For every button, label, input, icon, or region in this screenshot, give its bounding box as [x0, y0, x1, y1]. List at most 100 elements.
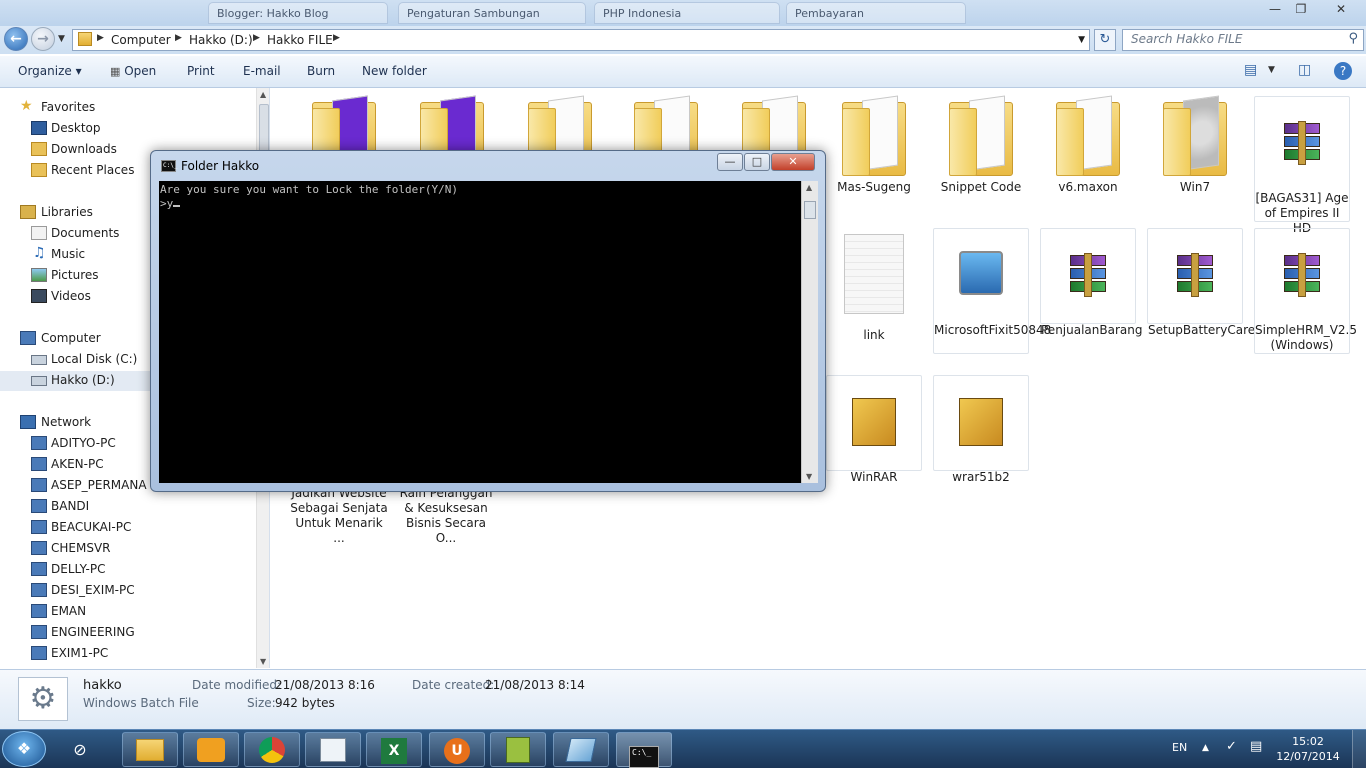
date-modified-value: 21/08/2013 8:16 — [275, 678, 375, 692]
folder-item-snippet-code[interactable]: Snippet Code — [933, 95, 1029, 195]
nav-network-pc[interactable]: BEACUKAI-PC — [0, 518, 256, 538]
file-item-partial-2[interactable]: Raih Pelanggan & Kesuksesan Bisnis Secar… — [398, 486, 494, 546]
winrar-archive-icon — [1066, 253, 1110, 297]
background-tab-2[interactable]: Pengaturan Sambungan — [398, 2, 586, 24]
nav-network-pc-label: ENGINEERING — [51, 625, 135, 639]
nav-network-pc[interactable]: BANDI — [0, 497, 256, 517]
search-icon[interactable]: ⚲ — [1348, 31, 1358, 46]
new-folder-button[interactable]: New folder — [362, 64, 427, 78]
editor-taskbar-button[interactable] — [490, 732, 546, 767]
chrome-taskbar-button[interactable] — [244, 732, 300, 767]
file-item-link[interactable]: link — [826, 234, 922, 343]
background-tab-3[interactable]: PHP Indonesia — [594, 2, 780, 24]
pictures-icon — [31, 268, 47, 282]
console-scrollbar[interactable]: ▲ ▼ — [801, 181, 818, 483]
notepad-taskbar-button[interactable] — [305, 732, 361, 767]
cmd-close-button[interactable]: ✕ — [771, 153, 815, 171]
forward-button[interactable]: → — [31, 27, 55, 51]
breadcrumb-separator[interactable]: ▶ — [253, 33, 260, 43]
console-output[interactable]: Are you sure you want to Lock the folder… — [159, 181, 801, 483]
file-label: link — [863, 328, 885, 342]
file-item-winrar[interactable]: WinRAR — [826, 375, 922, 484]
breadcrumb-separator[interactable]: ▶ — [175, 33, 182, 43]
network-status-icon[interactable]: ▤ — [1250, 739, 1262, 754]
show-hidden-icons-icon[interactable]: ▲ — [1202, 743, 1209, 753]
language-indicator[interactable]: EN — [1172, 741, 1187, 754]
network-icon — [20, 415, 36, 429]
outlook-taskbar-button[interactable] — [183, 732, 239, 767]
tray-app-icon[interactable]: ✓ — [1226, 739, 1237, 754]
clock[interactable]: 15:02 12/07/2014 — [1270, 734, 1346, 764]
back-button[interactable]: ← — [4, 27, 28, 51]
nav-desktop[interactable]: Desktop — [0, 119, 256, 139]
file-label: Mas-Sugeng — [837, 180, 911, 194]
search-placeholder: Search Hakko FILE — [1131, 32, 1243, 46]
scroll-up-icon[interactable]: ▲ — [806, 183, 812, 192]
burn-button[interactable]: Burn — [307, 64, 335, 78]
nav-network-pc[interactable]: CHEMSVR — [0, 539, 256, 559]
cmd-window[interactable]: C:\_ Folder Hakko — □ ✕ Are you sure you… — [150, 150, 826, 492]
app-taskbar-button[interactable] — [553, 732, 609, 767]
file-item-microsoftfixit[interactable]: MicrosoftFixit50848 — [933, 228, 1051, 354]
nav-network-pc[interactable]: EMAN — [0, 602, 256, 622]
preview-pane-icon[interactable]: ◫ — [1298, 62, 1311, 78]
search-input[interactable]: Search Hakko FILE ⚲ — [1122, 29, 1364, 51]
file-item-bagas31[interactable]: [BAGAS31] Age of Empires II HD — [1254, 96, 1350, 235]
minimize-button[interactable]: — — [1262, 2, 1288, 18]
file-item-penjualanbarang[interactable]: PenjualanBarang — [1040, 228, 1142, 337]
nav-music-label: Music — [51, 247, 86, 261]
nav-network-pc[interactable]: EXIM1-PC — [0, 644, 256, 664]
address-dropdown-icon[interactable]: ▼ — [1078, 35, 1085, 45]
folder-item-v6-maxon[interactable]: v6.maxon — [1040, 95, 1136, 195]
network-computer-icon — [31, 625, 47, 639]
recent-pages-chevron-icon[interactable]: ▼ — [58, 34, 65, 44]
excel-taskbar-button[interactable]: X — [366, 732, 422, 767]
explorer-taskbar-button[interactable] — [122, 732, 178, 767]
file-item-simplehrm[interactable]: SimpleHRM_V2.5 (Windows) — [1254, 228, 1357, 354]
change-view-icon[interactable]: ▤ — [1244, 62, 1257, 78]
view-options-chevron-icon[interactable]: ▼ — [1268, 65, 1275, 75]
breadcrumb-folder[interactable]: Hakko FILE — [267, 33, 333, 47]
cmd-taskbar-button[interactable]: C:\_ — [616, 732, 672, 768]
maximize-button[interactable]: ❐ — [1288, 2, 1314, 18]
folder-item-win7[interactable]: Win7 — [1147, 95, 1243, 195]
breadcrumb-computer[interactable]: Computer — [111, 33, 171, 47]
folder-item-mas-sugeng[interactable]: Mas-Sugeng — [826, 95, 922, 195]
nav-network-pc-label: CHEMSVR — [51, 541, 111, 555]
open-button[interactable]: ▦ Open — [110, 64, 156, 78]
organize-button[interactable]: Organize ▾ — [18, 64, 82, 78]
cmd-minimize-button[interactable]: — — [717, 153, 743, 171]
console-scroll-thumb[interactable] — [804, 201, 816, 219]
file-item-setupbatterycare[interactable]: SetupBatteryCare — [1147, 228, 1255, 337]
sync-icon[interactable]: ⊘ — [54, 732, 106, 767]
breadcrumb-separator[interactable]: ▶ — [97, 33, 104, 43]
nav-favorites[interactable]: ★ Favorites — [0, 98, 256, 118]
refresh-button[interactable]: ↻ — [1094, 29, 1116, 51]
cmd-maximize-button[interactable]: □ — [744, 153, 770, 171]
scroll-up-icon[interactable]: ▲ — [260, 90, 266, 99]
nav-videos-label: Videos — [51, 289, 91, 303]
background-tab-4[interactable]: Pembayaran — [786, 2, 966, 24]
background-tab-1[interactable]: Blogger: Hakko Blog — [208, 2, 388, 24]
address-bar[interactable]: ▶ Computer ▶ Hakko (D:) ▶ Hakko FILE ▶ ▼ — [72, 29, 1090, 51]
ultrasurf-taskbar-button[interactable]: U — [429, 732, 485, 767]
email-button[interactable]: E-mail — [243, 64, 281, 78]
file-item-wrar51b2[interactable]: wrar51b2 — [933, 375, 1029, 484]
show-desktop-button[interactable] — [1352, 730, 1366, 768]
help-icon[interactable]: ? — [1334, 62, 1352, 80]
console-line: Are you sure you want to Lock the folder… — [160, 183, 459, 196]
start-button[interactable]: ❖ — [2, 731, 46, 767]
print-button[interactable]: Print — [187, 64, 215, 78]
file-item-partial-1[interactable]: Jadikan Website Sebagai Senjata Untuk Me… — [290, 486, 388, 546]
nav-network-pc[interactable]: DELLY-PC — [0, 560, 256, 580]
nav-network-pc[interactable]: DESI_EXIM-PC — [0, 581, 256, 601]
nav-network-pc[interactable]: ENGINEERING — [0, 623, 256, 643]
breadcrumb-separator[interactable]: ▶ — [333, 33, 340, 43]
scroll-down-icon[interactable]: ▼ — [806, 472, 812, 481]
scroll-down-icon[interactable]: ▼ — [260, 657, 266, 666]
breadcrumb-drive[interactable]: Hakko (D:) — [189, 33, 253, 47]
cmd-window-title: Folder Hakko — [181, 159, 260, 173]
organize-label: Organize — [18, 64, 72, 78]
close-button[interactable]: ✕ — [1326, 2, 1356, 18]
folder-icon — [842, 95, 906, 176]
